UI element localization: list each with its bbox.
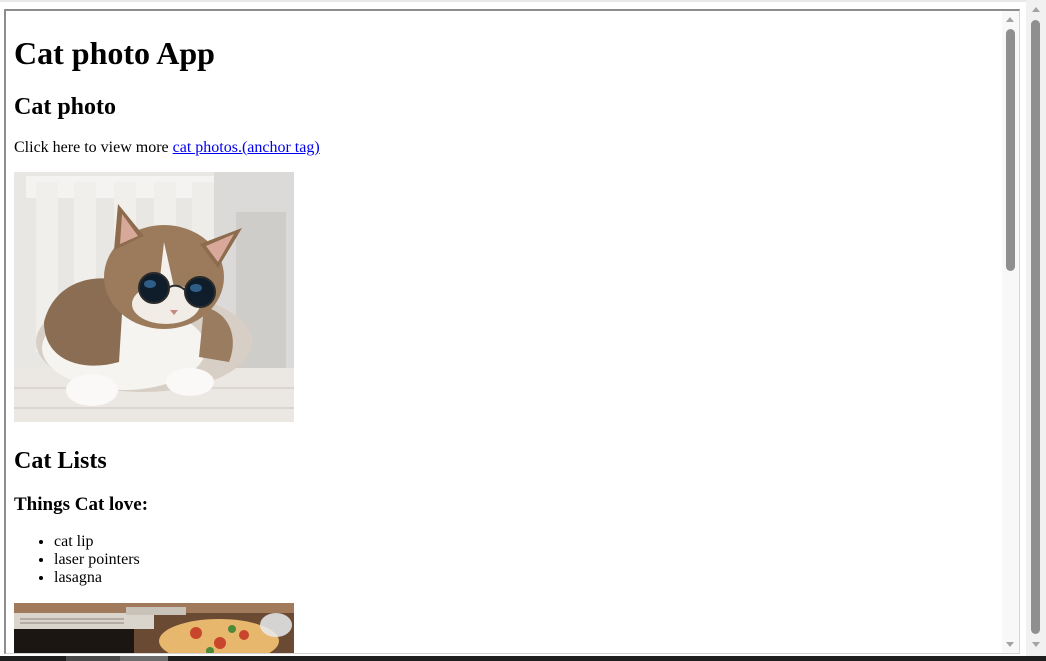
pizza-photo-art [14, 603, 294, 653]
window-vertical-scrollbar[interactable] [1026, 0, 1046, 661]
pizza-photo-image [14, 603, 294, 653]
intro-paragraph: Click here to view more cat photos.(anch… [14, 138, 320, 158]
scroll-up-arrow-icon[interactable] [1006, 17, 1014, 22]
list-item: laser pointers [54, 551, 140, 569]
window-scroll-thumb[interactable] [1031, 20, 1040, 634]
scroll-down-arrow-icon[interactable] [1006, 642, 1014, 647]
cat-lists-heading: Cat Lists [14, 448, 107, 474]
things-cat-love-heading: Things Cat love: [14, 494, 149, 515]
bottom-strip-segment [120, 656, 168, 661]
page-vertical-scrollbar[interactable] [1002, 11, 1019, 653]
cat-photo-art [14, 172, 294, 422]
cat-photo-heading: Cat photo [14, 94, 117, 120]
bottom-status-strip [0, 656, 1046, 661]
page-title: Cat photo App [14, 35, 215, 71]
window-scroll-up-arrow-icon[interactable] [1032, 7, 1040, 12]
cat-photos-link[interactable]: cat photos.(anchor tag) [173, 139, 320, 156]
page-viewport: Cat photo App Cat photo Click here to vi… [6, 11, 1002, 653]
scroll-thumb[interactable] [1006, 29, 1015, 271]
window-scroll-down-arrow-icon[interactable] [1032, 642, 1040, 647]
cat-photo-image [14, 172, 294, 422]
cat-love-list: cat lip laser pointers lasagna [54, 533, 140, 587]
window-top-edge [0, 0, 1046, 2]
list-item: cat lip [54, 533, 140, 551]
page-frame: Cat photo App Cat photo Click here to vi… [4, 9, 1020, 654]
intro-text: Click here to view more [14, 139, 173, 156]
bottom-strip-segment [66, 656, 120, 661]
list-item: lasagna [54, 569, 140, 587]
